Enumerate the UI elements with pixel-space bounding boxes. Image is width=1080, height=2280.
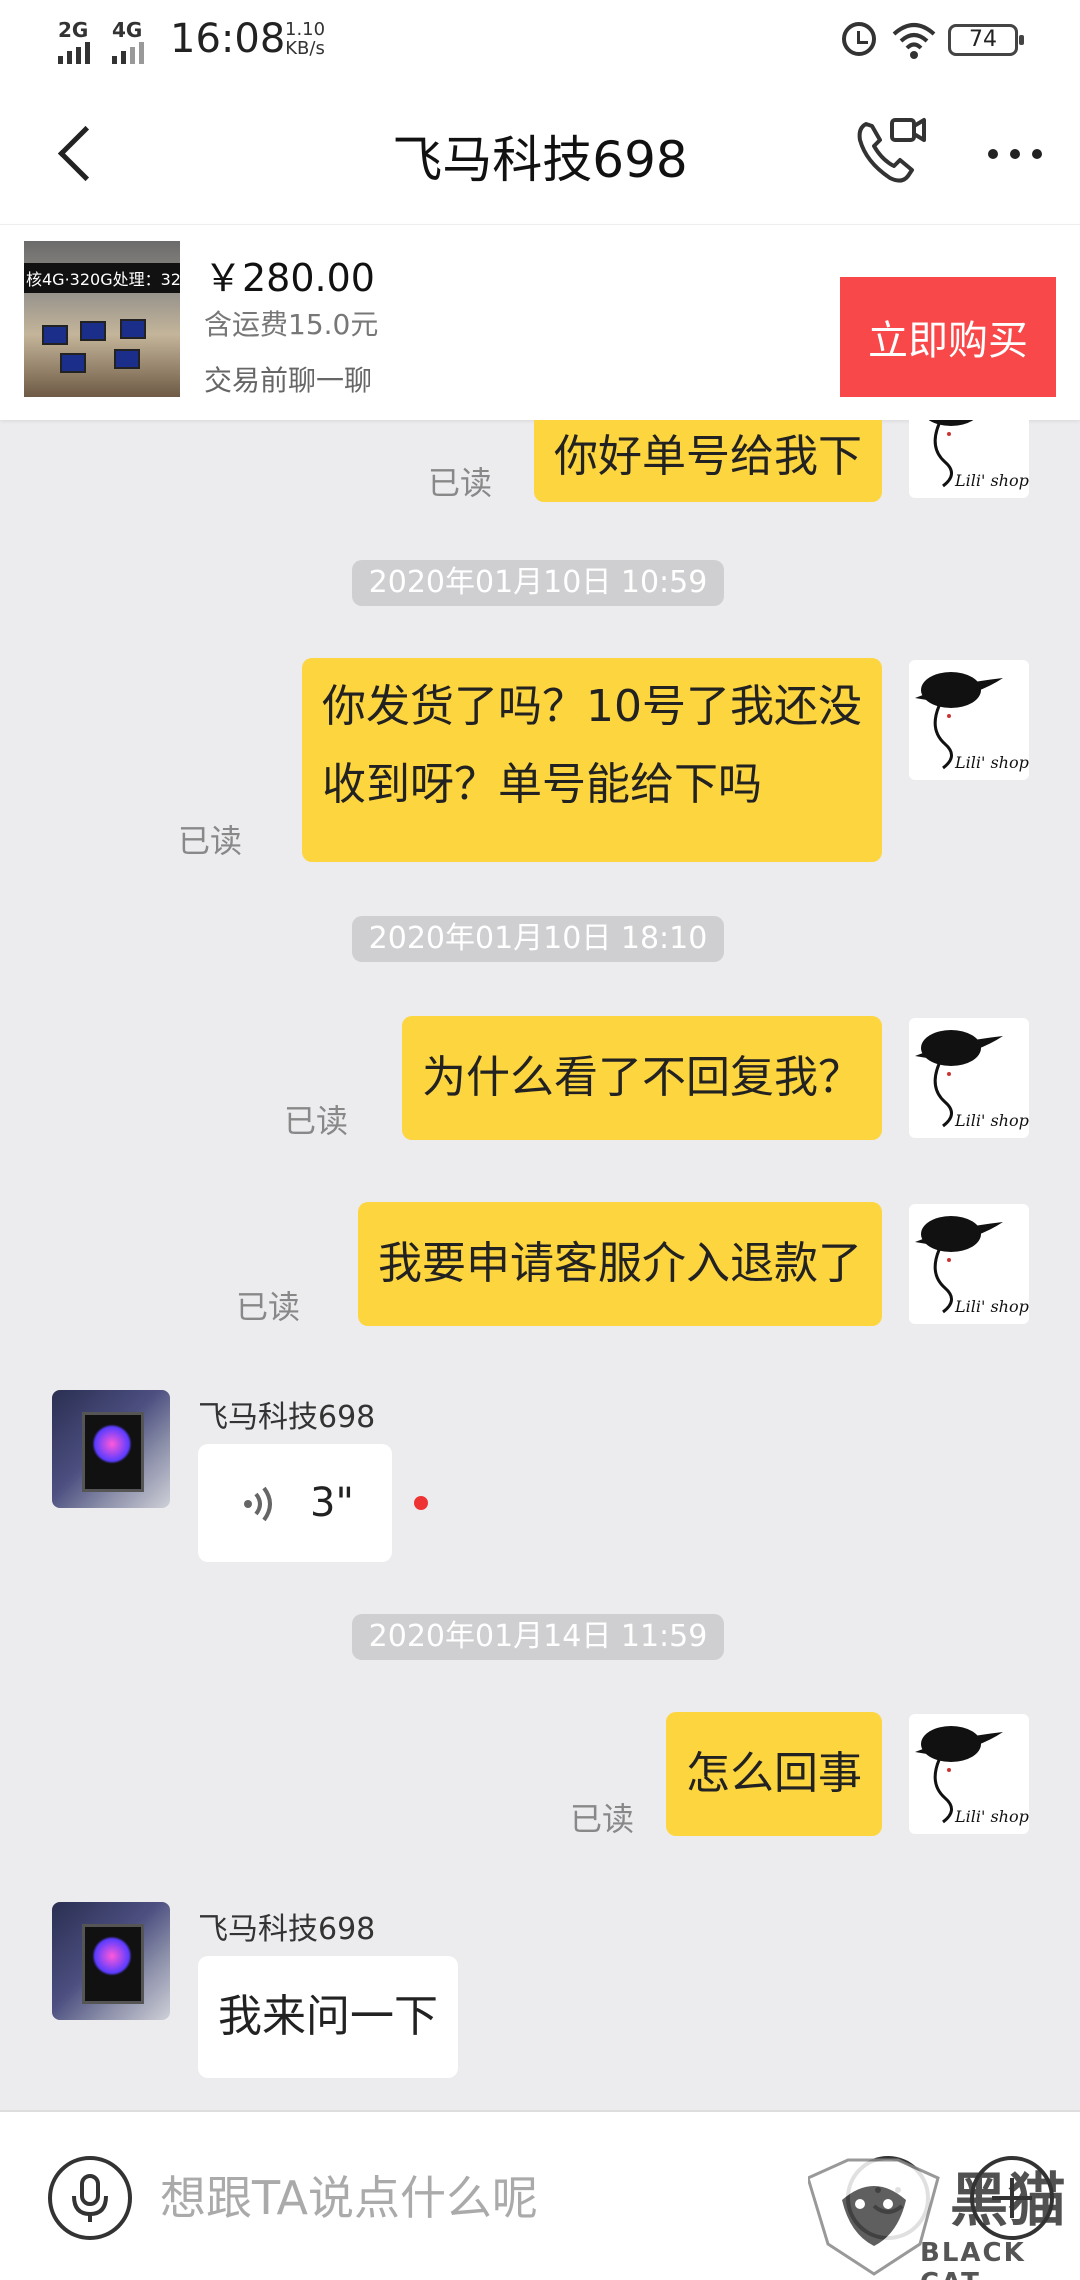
message-input[interactable] (160, 2160, 780, 2236)
chat-messages[interactable]: 你好单号给我下 已读 Lili' shop 2020年01月10日 10:59 … (0, 420, 1080, 2110)
watermark-text: BLACK CAT (920, 2238, 1026, 2280)
product-image-caption: 核4G·320G处理：320 (24, 263, 180, 293)
my-avatar[interactable]: Lili' shop (909, 1018, 1029, 1138)
chat-header: 飞马科技698 (0, 84, 1080, 224)
shop-caption: Lili' shop (954, 753, 1029, 772)
my-avatar[interactable]: Lili' shop (909, 420, 1029, 498)
shipping-fee: 含运费15.0元 (204, 308, 379, 341)
my-avatar[interactable]: Lili' shop (909, 1714, 1029, 1834)
voice-input-button[interactable] (48, 2156, 132, 2240)
clock: 16:08 (170, 16, 286, 62)
voice-message-bubble[interactable]: 3" (198, 1444, 392, 1562)
shop-caption: Lili' shop (954, 1297, 1029, 1316)
video-call-icon[interactable] (852, 114, 928, 190)
read-receipt: 已读 (284, 1102, 349, 1140)
speed-value: 1.10 (285, 19, 326, 40)
timestamp: 2020年01月10日 18:10 (352, 916, 724, 962)
read-receipt: 已读 (570, 1800, 635, 1838)
product-price: ￥280.00 (204, 256, 375, 300)
message-bubble-sent[interactable]: 我要申请客服介入退款了 (358, 1202, 882, 1326)
read-receipt: 已读 (178, 822, 243, 860)
shop-caption: Lili' shop (954, 1807, 1029, 1826)
product-card[interactable]: 核4G·320G处理：320 ￥280.00 含运费15.0元 交易前聊一聊 立… (0, 224, 1080, 420)
message-bubble-sent[interactable]: 你发货了吗？10号了我还没 收到呀？单号能给下吗 (302, 658, 882, 862)
more-options-button[interactable] (980, 134, 1050, 174)
message-bubble-sent[interactable]: 你好单号给我下 (534, 420, 882, 502)
shop-caption: Lili' shop (954, 471, 1029, 490)
contact-avatar[interactable] (52, 1902, 170, 2020)
signal-type-label: 2G (58, 18, 89, 42)
timestamp: 2020年01月10日 10:59 (352, 560, 724, 606)
wifi-icon (892, 23, 936, 59)
signal-2g-icon: 2G (58, 20, 90, 64)
back-button[interactable] (50, 118, 110, 188)
buy-now-button[interactable]: 立即购买 (840, 277, 1056, 397)
contact-avatar[interactable] (52, 1390, 170, 1508)
sender-name: 飞马科技698 (198, 1400, 376, 1435)
signal-4g-icon: 4G (112, 20, 144, 64)
chat-hint: 交易前聊一聊 (204, 364, 373, 397)
product-image[interactable]: 核4G·320G处理：320 (24, 241, 180, 397)
read-receipt: 已读 (428, 464, 493, 502)
alarm-icon (842, 22, 876, 56)
watermark-logo-text: 黑猫 (950, 2166, 1066, 2234)
message-bubble-sent[interactable]: 为什么看了不回复我？ (402, 1016, 882, 1140)
sender-name: 飞马科技698 (198, 1912, 376, 1947)
read-receipt: 已读 (236, 1288, 301, 1326)
signal-type-label: 4G (112, 18, 143, 42)
microphone-icon (72, 2174, 108, 2222)
unread-dot (414, 1496, 428, 1510)
shop-caption: Lili' shop (954, 1111, 1029, 1130)
message-bubble-received[interactable]: 我来问一下 (198, 1956, 458, 2078)
speed-unit: KB/s (285, 38, 325, 59)
my-avatar[interactable]: Lili' shop (909, 1204, 1029, 1324)
my-avatar[interactable]: Lili' shop (909, 660, 1029, 780)
voice-wave-icon (244, 1486, 272, 1522)
network-speed: 1.10 KB/s (285, 20, 325, 58)
status-bar: 2G 4G 16:08 1.10 KB/s 74 (0, 0, 1080, 84)
message-line: 你发货了吗？10号了我还没 (322, 681, 862, 732)
message-line: 收到呀？单号能给下吗 (322, 759, 762, 810)
voice-duration: 3" (310, 1480, 354, 1526)
battery-indicator: 74 (948, 24, 1024, 56)
chat-title: 飞马科技698 (392, 131, 688, 189)
timestamp: 2020年01月14日 11:59 (352, 1614, 724, 1660)
message-bubble-sent[interactable]: 怎么回事 (666, 1712, 882, 1836)
